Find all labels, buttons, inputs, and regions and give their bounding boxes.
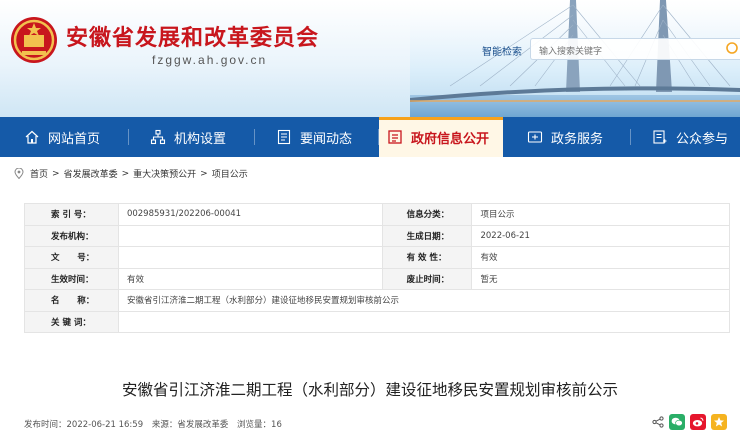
table-row: 索 引 号： 002985931/202206-00041 信息分类： 项目公示 — [24, 203, 730, 226]
validity-value: 有效 — [471, 246, 730, 269]
weibo-icon — [692, 417, 704, 427]
info-list-icon — [388, 130, 402, 144]
main-nav: 网站首页 机构设置 要闻动态 政府信息公开 政务服务 公众参与 — [0, 117, 740, 157]
service-icon — [527, 131, 543, 143]
table-row: 关 键 词： — [24, 310, 731, 333]
nav-services[interactable]: 政务服务 — [527, 117, 603, 157]
participation-icon — [653, 130, 667, 144]
table-row: 文 号： 有 效 性： 有效 — [24, 246, 730, 269]
nav-news-label: 要闻动态 — [300, 131, 353, 147]
nav-gov-info-label: 政府信息公开 — [411, 131, 490, 147]
nav-divider — [254, 129, 255, 145]
created-date-value: 2022-06-21 — [471, 224, 730, 247]
national-emblem-logo — [11, 17, 57, 63]
view-count: 浏览量：16 — [237, 420, 282, 430]
breadcrumb-project-notice[interactable]: 项目公示 — [212, 167, 248, 180]
index-number-label: 索 引 号： — [24, 203, 119, 226]
nav-divider — [630, 129, 631, 145]
article-meta: 发布时间：2022-06-21 16:59 来源：省发展改革委 浏览量：16 — [24, 418, 288, 430]
publish-time: 发布时间：2022-06-21 16:59 — [24, 420, 144, 430]
nav-participation-label: 公众参与 — [676, 131, 729, 147]
search-icon[interactable] — [722, 41, 738, 57]
article-title: 安徽省引江济淮二期工程（水利部分）建设征地移民安置规划审核前公示 — [121, 381, 618, 399]
doc-name-value: 安徽省引江济淮二期工程（水利部分）建设征地移民安置规划审核前公示 — [117, 289, 731, 312]
metadata-table: 索 引 号： 002985931/202206-00041 信息分类： 项目公示… — [24, 203, 731, 333]
nav-divider — [128, 129, 129, 145]
search-input[interactable] — [531, 42, 711, 62]
nav-org[interactable]: 机构设置 — [150, 117, 226, 157]
wechat-share-button[interactable] — [669, 414, 685, 430]
breadcrumb-home[interactable]: 首页 — [30, 167, 48, 180]
category-value: 项目公示 — [471, 203, 730, 226]
org-chart-icon — [150, 129, 166, 145]
weibo-share-button[interactable] — [690, 414, 706, 430]
qzone-share-button[interactable] — [711, 414, 727, 430]
nav-org-label: 机构设置 — [174, 131, 227, 147]
doc-number-value — [117, 246, 383, 269]
article-source: 来源：省发展改革委 — [151, 420, 229, 430]
effective-time-label: 生效时间： — [24, 267, 119, 290]
nav-home[interactable]: 网站首页 — [24, 117, 100, 157]
document-icon — [277, 129, 291, 145]
doc-name-label: 名 称： — [24, 289, 119, 312]
nav-gov-info[interactable]: 政府信息公开 — [379, 117, 503, 157]
category-label: 信息分类： — [381, 203, 473, 226]
home-icon — [25, 130, 39, 144]
publisher-label: 发布机构： — [24, 224, 119, 247]
site-title[interactable]: 安徽省发展和改革委员会 — [66, 20, 319, 52]
breadcrumb-separator: > — [52, 168, 60, 179]
search-box — [530, 38, 740, 62]
breadcrumb-separator: > — [200, 168, 208, 179]
share-icon[interactable] — [652, 416, 664, 428]
keywords-value — [117, 310, 731, 333]
smart-search-label: 智能检索 — [482, 47, 522, 58]
nav-services-label: 政务服务 — [551, 131, 604, 147]
created-date-label: 生成日期： — [381, 224, 473, 247]
repeal-time-label: 废止时间： — [381, 267, 473, 290]
site-header: 安徽省发展和改革委员会 fzggw.ah.gov.cn 智能检索 — [0, 0, 740, 117]
breadcrumb: 首页 > 省发展改革委 > 重大决策预公开 > 项目公示 — [14, 167, 248, 180]
doc-number-label: 文 号： — [24, 246, 119, 269]
location-pin-icon — [14, 168, 24, 179]
validity-label: 有 效 性： — [381, 246, 473, 269]
nav-participation[interactable]: 公众参与 — [652, 117, 728, 157]
wechat-icon — [671, 417, 683, 427]
breadcrumb-ndrc[interactable]: 省发展改革委 — [64, 167, 118, 180]
publisher-value — [117, 224, 383, 247]
table-row: 发布机构： 生成日期： 2022-06-21 — [24, 224, 730, 247]
table-row: 生效时间： 有效 废止时间： 暂无 — [24, 267, 730, 290]
nav-news[interactable]: 要闻动态 — [276, 117, 352, 157]
table-row: 名 称： 安徽省引江济淮二期工程（水利部分）建设征地移民安置规划审核前公示 — [24, 289, 731, 312]
repeal-time-value: 暂无 — [471, 267, 730, 290]
keywords-label: 关 键 词： — [24, 310, 119, 333]
star-icon — [714, 417, 724, 427]
site-domain: fzggw.ah.gov.cn — [152, 53, 268, 67]
breadcrumb-separator: > — [121, 168, 130, 179]
nav-home-label: 网站首页 — [48, 131, 101, 147]
breadcrumb-major-decision[interactable]: 重大决策预公开 — [133, 167, 196, 180]
share-bar — [652, 414, 727, 430]
effective-time-value: 有效 — [117, 267, 383, 290]
index-number-value: 002985931/202206-00041 — [117, 203, 383, 226]
